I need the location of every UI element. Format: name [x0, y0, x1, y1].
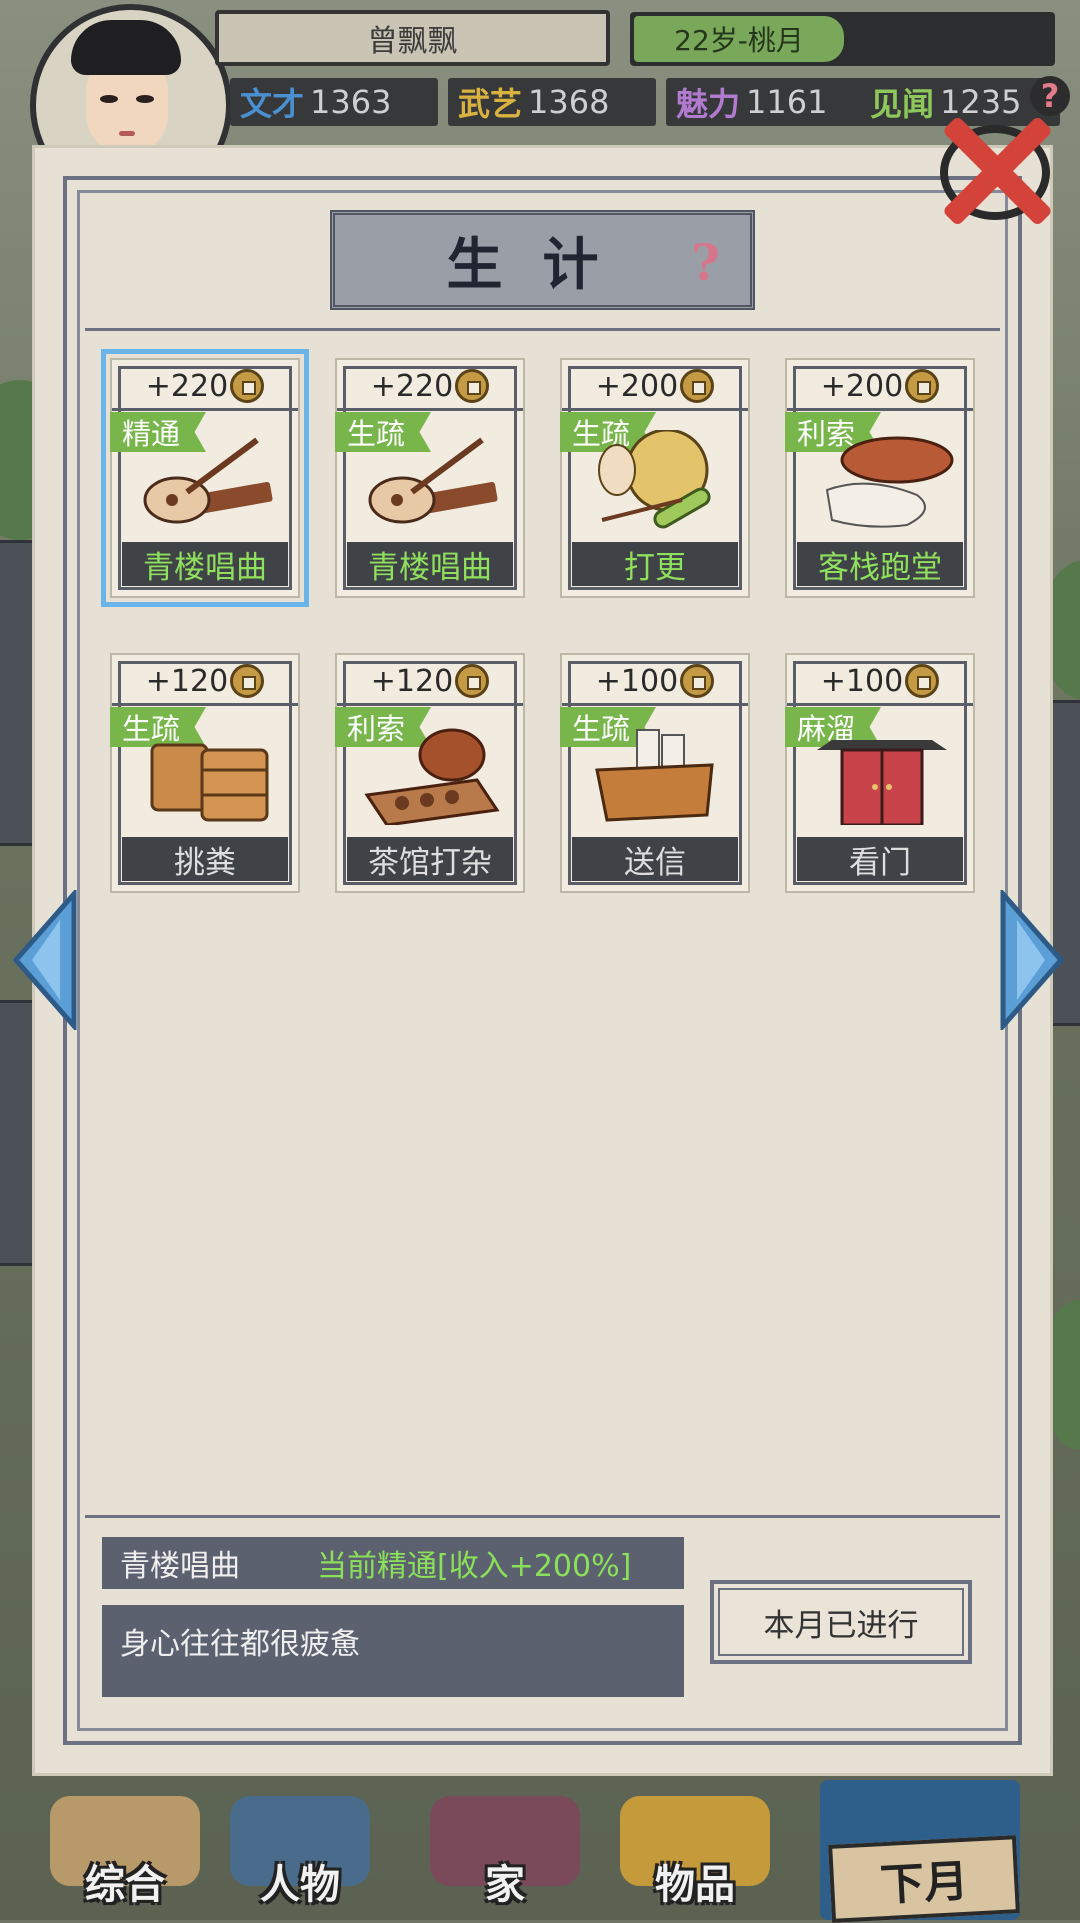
job-income: +220	[112, 364, 298, 411]
age-month-label: 22岁-桃月	[634, 16, 844, 62]
job-name: 送信	[572, 837, 738, 881]
next-page-arrow-icon[interactable]	[995, 890, 1067, 1030]
coin-icon	[230, 664, 265, 698]
job-income: +100	[562, 659, 748, 706]
stat-wencai: 文才 1363	[230, 78, 438, 126]
job-name: 挑粪	[122, 837, 288, 881]
selected-job-name: 青楼唱曲	[120, 1549, 240, 1584]
coin-icon	[905, 369, 940, 403]
nav-character-label: 人物	[260, 1861, 340, 1908]
job-card-6[interactable]: +120 利索 茶馆打杂	[335, 653, 525, 893]
red-door-icon	[817, 740, 947, 825]
selected-job-level: 当前精通[收入+200%]	[317, 1549, 632, 1584]
job-income: +120	[112, 659, 298, 706]
month-done-button[interactable]: 本月已进行	[710, 1580, 972, 1664]
stat-meili-value: 1161	[746, 83, 828, 121]
job-card-7[interactable]: +100 生疏 送信	[560, 653, 750, 893]
stat-wuyi-key: 武艺	[458, 85, 523, 123]
job-card-1[interactable]: +220 精通 青楼唱曲	[101, 349, 309, 607]
close-button[interactable]	[930, 100, 1060, 240]
next-month-button[interactable]: 下月	[800, 1780, 1040, 1923]
next-month-label: 下月	[878, 1855, 970, 1912]
job-name: 青楼唱曲	[122, 542, 288, 586]
pipa-guzheng-icon	[143, 437, 273, 524]
job-name: 客栈跑堂	[797, 542, 963, 586]
job-income-value: +120	[145, 663, 229, 699]
nav-general[interactable]: 综合	[40, 1796, 210, 1916]
job-income-value: +200	[820, 368, 904, 404]
job-income-value: +100	[595, 663, 679, 699]
job-income-value: +100	[820, 663, 904, 699]
job-income-value: +220	[145, 368, 229, 404]
stat-wencai-value: 1363	[310, 83, 392, 121]
age-month-plate: 22岁-桃月	[630, 12, 1055, 66]
job-card-5[interactable]: +120 生疏 挑粪	[110, 653, 300, 893]
job-income: +100	[787, 659, 973, 706]
job-income-value: +220	[370, 368, 454, 404]
next-month-plank: 下月	[828, 1835, 1020, 1923]
job-name: 打更	[572, 542, 738, 586]
nav-items-label: 物品	[655, 1861, 735, 1908]
gong-bamboo-icon	[598, 430, 711, 529]
job-card-2[interactable]: +220 生疏 青楼唱曲	[335, 358, 525, 598]
panel-title: 生计	[446, 231, 639, 298]
nav-items[interactable]: 物品	[610, 1796, 780, 1916]
job-card-3[interactable]: +200 生疏 打更	[560, 358, 750, 598]
job-name: 青楼唱曲	[347, 542, 513, 586]
job-income: +200	[562, 364, 748, 411]
coin-icon	[680, 664, 715, 698]
job-income-value: +120	[370, 663, 454, 699]
job-income: +120	[337, 659, 523, 706]
pipa-guzheng-icon	[368, 437, 498, 524]
job-income-value: +200	[595, 368, 679, 404]
job-card-8[interactable]: +100 麻溜 看门	[785, 653, 975, 893]
stat-meili: 魅力 1161	[666, 78, 874, 126]
nav-home[interactable]: 家	[420, 1796, 590, 1916]
stat-wencai-key: 文才	[240, 85, 305, 123]
coin-icon	[455, 664, 490, 698]
coin-icon	[680, 369, 715, 403]
job-income: +220	[337, 364, 523, 411]
nav-character[interactable]: 人物	[220, 1796, 380, 1916]
cloth-cap-icon	[825, 436, 954, 528]
letter-bag-icon	[595, 729, 714, 822]
prev-page-arrow-icon[interactable]	[10, 890, 82, 1030]
panel-help-icon[interactable]: ?	[691, 233, 720, 292]
stat-wuyi: 武艺 1368	[448, 78, 656, 126]
selected-job-title: 青楼唱曲 当前精通[收入+200%]	[102, 1537, 684, 1589]
stat-meili-key: 魅力	[676, 85, 741, 123]
wooden-buckets-icon	[150, 743, 269, 822]
title-divider	[85, 328, 1000, 331]
info-divider	[85, 1515, 1000, 1518]
player-name: 曾飘飘	[215, 10, 610, 66]
coin-icon	[455, 369, 490, 403]
job-card-4[interactable]: +200 利索 客栈跑堂	[785, 358, 975, 598]
nav-general-label: 综合	[85, 1861, 165, 1908]
stat-wuyi-value: 1368	[528, 83, 610, 121]
nav-home-label: 家	[485, 1861, 525, 1908]
job-name: 茶馆打杂	[347, 837, 513, 881]
job-income: +200	[787, 364, 973, 411]
livelihood-panel: 生计 ? +220 精通 青楼唱曲 +220 生疏 青楼唱曲 +200 生疏 打…	[35, 148, 1050, 1773]
panel-title-plate: 生计 ?	[330, 210, 755, 310]
stat-jianwen-key: 见闻	[870, 85, 935, 123]
selected-job-description: 身心往往都很疲惫	[102, 1605, 684, 1697]
coin-icon	[230, 369, 265, 403]
coin-icon	[905, 664, 940, 698]
teapot-tray-icon	[364, 728, 500, 825]
job-name: 看门	[797, 837, 963, 881]
